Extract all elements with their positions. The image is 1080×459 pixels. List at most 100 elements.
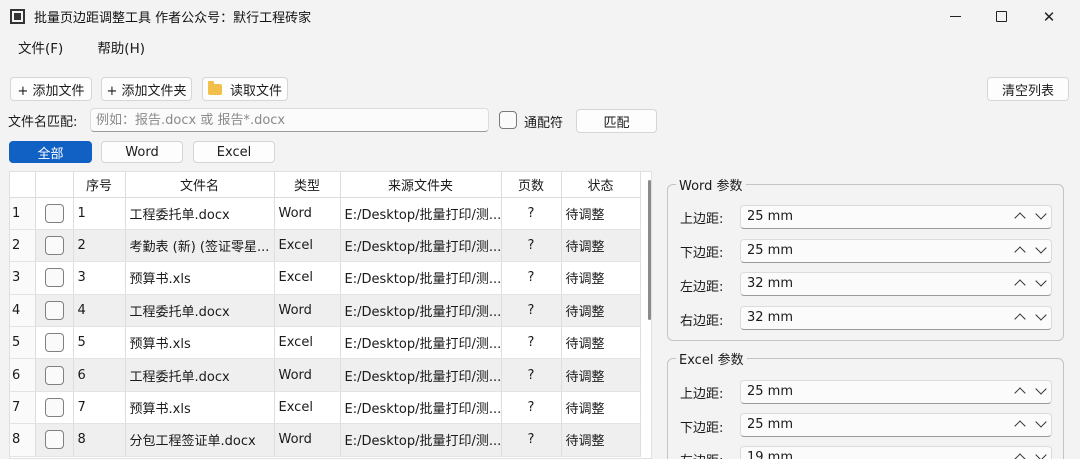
cell-type: Excel [274, 391, 341, 425]
row-checkbox[interactable] [44, 430, 64, 450]
chevron-up-icon[interactable] [1014, 279, 1026, 291]
cell-seq: 6 [73, 358, 126, 392]
tab-word[interactable]: Word [101, 141, 183, 163]
header-checkbox [35, 172, 74, 198]
chevron-up-icon[interactable] [1014, 420, 1026, 432]
tab-excel[interactable]: Excel [193, 141, 275, 163]
title-bar: 批量页边距调整工具 作者公众号：默行工程砖家 ✕ [0, 0, 1080, 33]
word-bottom-margin-spinbox[interactable]: 25 mm [740, 239, 1052, 263]
add-folder-button[interactable]: + 添加文件夹 [101, 77, 192, 101]
file-table: 序号 文件名 类型 来源文件夹 页数 状态 1 1 工程委托单.docx Word E:… [9, 171, 652, 459]
word-params-title: Word 参数 [676, 175, 746, 194]
row-number: 7 [10, 391, 36, 425]
cell-seq: 8 [73, 423, 126, 457]
table-row[interactable]: 4 4 工程委托单.docx Word E:/Desktop/批量打印/测...? 待调整 [10, 294, 641, 328]
table-scrollbar[interactable] [648, 180, 651, 320]
add-file-button[interactable]: + 添加文件 [10, 77, 92, 101]
read-file-button[interactable]: 读取文件 [202, 77, 288, 101]
header-pages[interactable]: 页数 [501, 172, 562, 198]
cell-seq: 4 [73, 294, 126, 328]
row-checkbox[interactable] [44, 236, 64, 256]
excel-left-margin-spinbox[interactable]: 19 mm [740, 446, 1052, 459]
cell-source-folder: E:/Desktop/批量打印/测... [340, 423, 502, 457]
excel-left-margin-label: 左边距: [680, 450, 723, 459]
header-seq[interactable]: 序号 [73, 172, 126, 198]
chevron-up-icon[interactable] [1014, 313, 1026, 325]
chevron-up-icon[interactable] [1014, 246, 1026, 258]
row-number: 1 [10, 197, 36, 230]
cell-type: Word [274, 294, 341, 328]
table-row[interactable]: 2 2 考勤表 (新) (签证零星... Excel E:/Desktop/批量打印/测… [10, 229, 641, 263]
row-checkbox-cell [35, 423, 74, 457]
word-top-margin-spinbox[interactable]: 25 mm [740, 205, 1052, 229]
chevron-up-icon[interactable] [1014, 387, 1026, 399]
clear-list-button[interactable]: 清空列表 [987, 77, 1069, 101]
table-row[interactable]: 7 7 预算书.xls Excel E:/Desktop/批量打印/测...? 待调整 [10, 391, 641, 425]
chevron-down-icon[interactable] [1035, 309, 1047, 321]
cell-seq: 3 [73, 261, 126, 295]
cell-status: 待调整 [561, 229, 641, 263]
close-icon: ✕ [1042, 7, 1056, 26]
close-button[interactable]: ✕ [1026, 0, 1072, 33]
chevron-down-icon[interactable] [1035, 208, 1047, 220]
table-row[interactable]: 6 6 工程委托单.docx Word E:/Desktop/批量打印/测...? 待调整 [10, 358, 641, 392]
row-checkbox[interactable] [44, 398, 64, 418]
cell-seq: 2 [73, 229, 126, 263]
excel-left-margin-value: 19 mm [747, 450, 794, 459]
header-filename[interactable]: 文件名 [125, 172, 275, 198]
word-left-margin-label: 左边距: [680, 280, 724, 295]
menu-help[interactable]: 帮助(H) [88, 36, 154, 62]
filename-filter-input[interactable] [90, 108, 489, 132]
cell-source-folder: E:/Desktop/批量打印/测... [340, 197, 502, 230]
chevron-up-icon[interactable] [1014, 212, 1026, 224]
row-checkbox[interactable] [44, 268, 64, 288]
match-button[interactable]: 匹配 [576, 109, 657, 133]
header-source-folder[interactable]: 来源文件夹 [340, 172, 502, 198]
chevron-down-icon[interactable] [1035, 416, 1047, 428]
cell-pages: ? [501, 326, 562, 360]
row-checkbox-cell [35, 391, 74, 425]
maximize-button[interactable] [978, 0, 1024, 33]
row-checkbox[interactable] [44, 365, 64, 385]
wildcard-label: 通配符 [524, 116, 564, 131]
chevron-down-icon[interactable] [1035, 275, 1047, 287]
chevron-up-icon[interactable] [1014, 453, 1026, 459]
minimize-button[interactable] [932, 0, 978, 33]
word-left-margin-value: 32 mm [747, 276, 794, 291]
cell-type: Excel [274, 261, 341, 295]
cell-status: 待调整 [561, 261, 641, 295]
tab-all[interactable]: 全部 [9, 141, 92, 163]
row-number: 5 [10, 326, 36, 360]
row-number: 8 [10, 423, 36, 457]
menu-file[interactable]: 文件(F) [9, 36, 72, 62]
word-left-margin-spinbox[interactable]: 32 mm [740, 272, 1052, 296]
chevron-down-icon[interactable] [1035, 383, 1047, 395]
header-type[interactable]: 类型 [274, 172, 341, 198]
table-row[interactable]: 3 3 预算书.xls Excel E:/Desktop/批量打印/测...? 待调整 [10, 261, 641, 295]
cell-source-folder: E:/Desktop/批量打印/测... [340, 261, 502, 295]
excel-bottom-margin-spinbox[interactable]: 25 mm [740, 413, 1052, 437]
row-checkbox[interactable] [44, 300, 64, 320]
excel-top-margin-spinbox[interactable]: 25 mm [740, 380, 1052, 404]
table-row[interactable]: 1 1 工程委托单.docx Word E:/Desktop/批量打印/测...? 待调整 [10, 197, 641, 230]
minimize-icon [949, 16, 961, 17]
chevron-down-icon[interactable] [1035, 449, 1047, 459]
table-row[interactable]: 8 8 分包工程签证单.docx Word E:/Desktop/批量打印/测...? 待… [10, 423, 641, 457]
excel-top-margin-label: 上边距: [680, 387, 724, 402]
cell-type: Excel [274, 229, 341, 263]
cell-source-folder: E:/Desktop/批量打印/测... [340, 326, 502, 360]
header-status[interactable]: 状态 [561, 172, 641, 198]
row-number: 2 [10, 229, 36, 263]
cell-pages: ? [501, 229, 562, 263]
wildcard-checkbox[interactable] [499, 111, 517, 129]
word-right-margin-spinbox[interactable]: 32 mm [740, 306, 1052, 330]
chevron-down-icon[interactable] [1035, 242, 1047, 254]
row-checkbox[interactable] [44, 203, 64, 223]
row-checkbox-cell [35, 197, 74, 230]
row-checkbox[interactable] [44, 333, 64, 353]
table-row[interactable]: 5 5 预算书.xls Excel E:/Desktop/批量打印/测...? 待调整 [10, 326, 641, 360]
word-top-margin-label: 上边距: [680, 212, 724, 227]
cell-pages: ? [501, 358, 562, 392]
folder-icon [207, 80, 222, 95]
cell-type: Excel [274, 326, 341, 360]
